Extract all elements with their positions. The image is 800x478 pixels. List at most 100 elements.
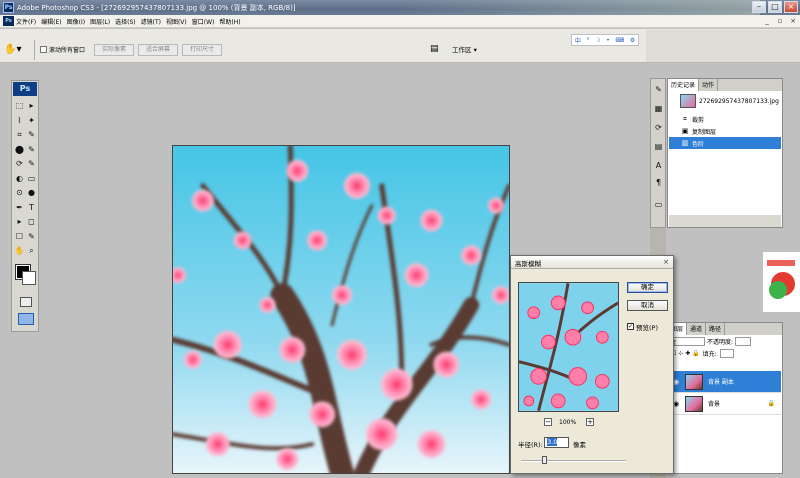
tab-channels[interactable]: 通道 xyxy=(687,323,707,335)
tab-paths[interactable]: 路径 xyxy=(706,323,726,335)
layer-comps-icon[interactable]: ▭ xyxy=(653,199,664,210)
zoom-in-button[interactable]: + xyxy=(586,418,594,426)
layer-row-background[interactable]: ◉ 背景 🔒 xyxy=(669,393,781,415)
tool-button[interactable]: ✎ xyxy=(26,144,37,155)
quick-mask-icon[interactable] xyxy=(20,297,32,307)
blend-mode-bar: 常 不透明度: xyxy=(669,336,781,347)
layer-icon: ▣ xyxy=(681,127,689,135)
ime-moon-icon[interactable]: ☽ xyxy=(595,37,600,44)
tool-button[interactable]: ▸ xyxy=(14,216,25,227)
dialog-close-button[interactable]: × xyxy=(661,258,671,267)
ime-toolbar: 中 ° ☽ • ⌨ ⚙ xyxy=(571,34,639,46)
history-toolbar xyxy=(669,215,781,227)
menu-image[interactable]: 图像(I) xyxy=(67,17,85,26)
doc-restore-button[interactable]: ▫ xyxy=(775,16,785,26)
fill-input[interactable] xyxy=(719,349,734,358)
ime-settings-icon[interactable]: ⚙ xyxy=(630,37,635,44)
preview-label: 预览(P) xyxy=(636,324,658,332)
ime-keyboard-icon[interactable]: ⌨ xyxy=(615,37,624,44)
menu-view[interactable]: 视图(V) xyxy=(166,17,187,26)
tool-button[interactable]: ⊙ xyxy=(14,187,25,198)
app-menu-icon[interactable]: Ps xyxy=(3,16,14,26)
navigator-icon[interactable]: ✎ xyxy=(653,84,664,95)
actual-pixels-button[interactable]: 实际像素 xyxy=(94,44,134,56)
cancel-button[interactable]: 取消 xyxy=(627,300,668,311)
close-button[interactable]: × xyxy=(784,1,798,13)
ok-button[interactable]: 确定 xyxy=(627,282,668,293)
brushes-icon[interactable]: ▤ xyxy=(653,141,664,152)
zoom-out-button[interactable]: − xyxy=(544,418,552,426)
layer-thumbnail xyxy=(685,373,703,390)
snapshot-thumbnail[interactable] xyxy=(680,94,696,108)
doc-close-button[interactable]: × xyxy=(788,16,798,26)
document-canvas[interactable] xyxy=(172,145,510,474)
tool-button[interactable]: ▭ xyxy=(26,173,37,184)
history-icon[interactable]: ⟳ xyxy=(653,122,664,133)
tool-button[interactable]: ✒ xyxy=(14,202,25,213)
fit-screen-button[interactable]: 适合屏幕 xyxy=(138,44,178,56)
tool-button[interactable]: ✦ xyxy=(26,115,37,126)
menu-layer[interactable]: 图层(L) xyxy=(90,17,110,26)
tool-button[interactable]: ▸ xyxy=(26,100,37,111)
floating-ad-graphic[interactable] xyxy=(763,252,800,312)
tab-actions[interactable]: 动作 xyxy=(699,79,719,91)
tool-button[interactable]: ✎ xyxy=(26,231,37,242)
tool-button[interactable]: ✎ xyxy=(26,129,37,140)
layers-tabs: 图层 通道 路径 xyxy=(668,323,782,335)
minimize-button[interactable]: – xyxy=(752,1,766,13)
menu-help[interactable]: 帮助(H) xyxy=(219,17,240,26)
background-color-swatch[interactable] xyxy=(22,271,36,285)
print-size-button[interactable]: 打印尺寸 xyxy=(182,44,222,56)
snapshot-name: 272692957437807133.jpg xyxy=(699,98,779,105)
workspace-menu[interactable]: 工作区 ▾ xyxy=(452,44,477,54)
screen-mode-icon[interactable] xyxy=(18,313,34,325)
tab-history[interactable]: 历史记录 xyxy=(668,79,700,91)
maximize-button[interactable]: □ xyxy=(768,1,782,13)
tool-button[interactable]: ● xyxy=(26,187,37,198)
tool-button[interactable]: ◻ xyxy=(26,216,37,227)
blend-mode-select[interactable]: 常 xyxy=(669,337,705,347)
radius-slider[interactable] xyxy=(521,456,626,464)
blur-preview[interactable] xyxy=(518,282,619,412)
history-tabs: 历史记录 动作 xyxy=(668,79,782,91)
ime-chinese-icon[interactable]: 中 xyxy=(575,36,581,45)
history-item-levels[interactable]: ▥ 色阶 xyxy=(669,137,781,149)
menu-window[interactable]: 窗口(W) xyxy=(192,17,215,26)
tool-button[interactable]: ◐ xyxy=(14,173,25,184)
character-icon[interactable]: A xyxy=(653,160,664,171)
tool-button[interactable]: ⬤ xyxy=(14,144,25,155)
tool-button[interactable]: ✎ xyxy=(26,158,37,169)
preview-checkbox[interactable]: ✓ xyxy=(627,323,634,330)
history-item-crop[interactable]: ⌗ 裁剪 xyxy=(669,113,781,125)
layer-row-background-copy[interactable]: ◉ 背景 副本 xyxy=(669,371,781,393)
opacity-input[interactable] xyxy=(735,337,752,346)
tool-button[interactable]: ⬚ xyxy=(14,100,25,111)
tool-button[interactable]: T xyxy=(26,202,37,213)
menu-filter[interactable]: 滤镜(T) xyxy=(141,17,161,26)
history-item-duplicate-layer[interactable]: ▣ 复制图层 xyxy=(669,125,781,137)
tool-button[interactable]: ✋ xyxy=(14,245,25,256)
photoshop-logo[interactable]: Ps xyxy=(13,82,37,96)
doc-minimize-button[interactable]: _ xyxy=(762,16,772,26)
hand-tool-preset-icon[interactable]: ✋▾ xyxy=(4,43,24,57)
window-controls: – □ × xyxy=(752,1,798,13)
tool-button[interactable]: ⌇ xyxy=(14,115,25,126)
tool-button[interactable]: ⌕ xyxy=(26,245,37,256)
ime-degree-icon[interactable]: ° xyxy=(587,37,590,44)
scroll-all-windows-checkbox[interactable] xyxy=(40,46,47,53)
paragraph-icon[interactable]: ¶ xyxy=(653,177,664,188)
lock-icon[interactable]: ☐ ⊹ ✚ 🔒 xyxy=(671,350,700,357)
menu-select[interactable]: 选择(S) xyxy=(115,17,136,26)
tool-button[interactable]: ☐ xyxy=(14,231,25,242)
tool-button[interactable]: ⟳ xyxy=(14,158,25,169)
info-icon[interactable]: ▦ xyxy=(653,103,664,114)
menu-file[interactable]: 文件(F) xyxy=(16,17,36,26)
radius-slider-handle[interactable] xyxy=(542,456,547,464)
palette-well-icon[interactable]: ▤ xyxy=(430,44,442,54)
radius-input[interactable]: 3.0 xyxy=(544,437,569,448)
scroll-all-windows-label: 滚动所有窗口 xyxy=(49,47,86,54)
tool-button[interactable]: ⌗ xyxy=(14,129,25,140)
ime-dot-icon[interactable]: • xyxy=(606,37,610,44)
menu-edit[interactable]: 编辑(E) xyxy=(41,17,61,26)
title-bar: Ps Adobe Photoshop CS3 - [27269295743780… xyxy=(0,0,800,15)
